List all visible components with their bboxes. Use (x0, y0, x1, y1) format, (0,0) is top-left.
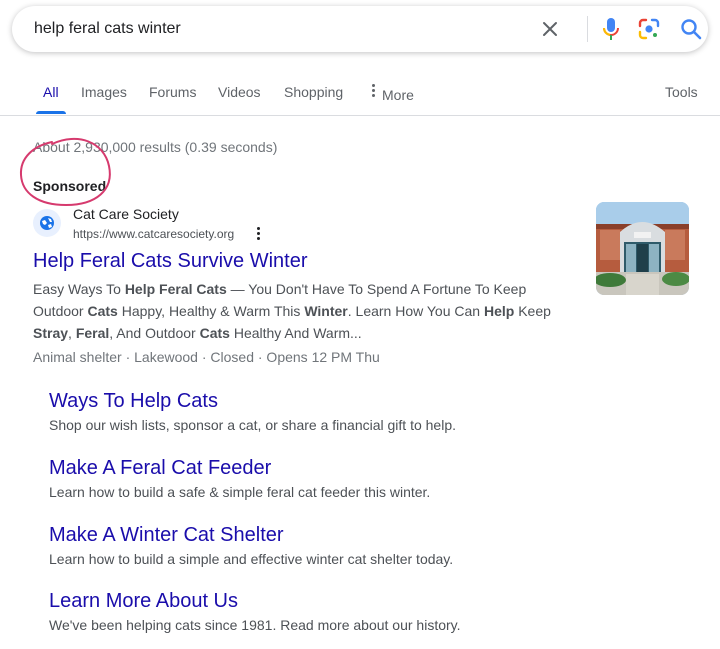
globe-icon (40, 216, 54, 230)
lens-icon (638, 18, 660, 40)
close-icon (543, 22, 557, 36)
tools-button[interactable]: Tools (665, 84, 698, 100)
ad-thumbnail[interactable] (596, 202, 689, 295)
tab-videos[interactable]: Videos (218, 84, 261, 100)
sitelink-description: Shop our wish lists, sponsor a cat, or s… (49, 417, 456, 433)
sitelink-description: Learn how to build a simple and effectiv… (49, 551, 454, 567)
highlighted-keyword: Feral (75, 325, 110, 341)
more-vertical-icon (254, 227, 262, 240)
ad-options-button[interactable] (254, 227, 262, 243)
description-text: . Learn How You Can (347, 303, 484, 319)
description-text: Healthy And Warm... (229, 325, 362, 341)
description-text: , And Outdoor (109, 325, 200, 341)
ad-title-link[interactable]: Help Feral Cats Survive Winter (33, 250, 308, 273)
highlighted-keyword: Cats (87, 303, 118, 319)
voice-search-button[interactable] (601, 17, 621, 41)
site-favicon[interactable] (33, 209, 61, 237)
search-bar (12, 6, 708, 52)
sitelink-description: We've been helping cats since 1981. Read… (49, 617, 461, 633)
building-image (596, 202, 689, 295)
highlighted-keyword: Help (483, 303, 515, 319)
highlighted-keyword: Help Feral Cats (124, 281, 227, 297)
more-vertical-icon (372, 84, 375, 99)
tab-shopping[interactable]: Shopping (284, 84, 343, 100)
sitelink-learn-more-about-us[interactable]: Learn More About Us (49, 590, 238, 613)
description-text: , (68, 325, 76, 341)
description-text: Keep (514, 303, 551, 319)
search-input[interactable] (34, 19, 494, 39)
tab-more-label: More (382, 87, 414, 103)
description-text: Easy Ways To (33, 281, 125, 297)
highlighted-keyword: Winter (304, 303, 348, 319)
tab-forums[interactable]: Forums (149, 84, 196, 100)
search-tabs: All Images Forums Videos Shopping More T… (0, 78, 720, 116)
search-icon (681, 19, 702, 40)
sitelink-feral-cat-feeder[interactable]: Make A Feral Cat Feeder (49, 457, 271, 480)
image-search-button[interactable] (638, 18, 660, 40)
tab-all[interactable]: All (43, 84, 59, 100)
ad-url[interactable]: https://www.catcaresociety.org (73, 227, 234, 241)
search-divider (587, 16, 588, 42)
sitelink-winter-cat-shelter[interactable]: Make A Winter Cat Shelter (49, 524, 284, 547)
microphone-icon (603, 18, 619, 40)
sitelink-description: Learn how to build a safe & simple feral… (49, 484, 431, 500)
highlighted-keyword: Cats (199, 325, 230, 341)
search-button[interactable] (680, 18, 702, 40)
description-text: Happy, Healthy & Warm This (117, 303, 305, 319)
sitelink-ways-to-help-cats[interactable]: Ways To Help Cats (49, 390, 218, 413)
ad-business-info: Animal shelter · Lakewood · Closed · Ope… (33, 349, 380, 365)
ad-description: Easy Ways To Help Feral Cats — You Don't… (33, 278, 578, 344)
active-tab-indicator (36, 111, 66, 114)
tab-more[interactable]: More (372, 84, 414, 103)
result-stats: About 2,930,000 results (0.39 seconds) (33, 139, 278, 155)
ad-site-name[interactable]: Cat Care Society (73, 206, 179, 222)
tab-images[interactable]: Images (81, 84, 127, 100)
clear-button[interactable] (540, 19, 560, 39)
sponsored-label: Sponsored (33, 178, 107, 194)
highlighted-keyword: Stray (33, 325, 69, 341)
